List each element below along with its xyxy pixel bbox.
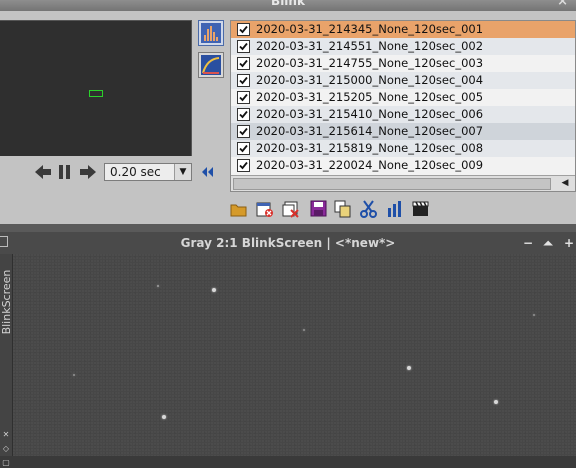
- star: [73, 374, 75, 376]
- file-name: 2020-03-31_215410_None_120sec_006: [256, 107, 484, 121]
- copy-icon[interactable]: [334, 200, 352, 218]
- crop-icon[interactable]: [360, 200, 378, 218]
- checkmark-icon: [239, 25, 248, 34]
- minimize-icon[interactable]: −: [521, 232, 535, 254]
- row-checkbox[interactable]: [237, 142, 250, 155]
- checkmark-icon: [239, 76, 248, 85]
- file-name: 2020-03-31_215205_None_120sec_005: [256, 90, 484, 104]
- side-tab-label: BlinkScreen: [0, 269, 13, 335]
- side-tab[interactable]: BlinkScreen ✕ ◇ ▢: [0, 254, 13, 467]
- star: [533, 314, 535, 316]
- image-window-title: Gray 2:1 BlinkScreen | <*new*>: [180, 236, 396, 250]
- horizontal-scrollbar[interactable]: ◀: [231, 175, 575, 191]
- star: [157, 285, 159, 287]
- row-checkbox[interactable]: [237, 91, 250, 104]
- file-name: 2020-03-31_215614_None_120sec_007: [256, 124, 484, 138]
- file-name: 2020-03-31_214345_None_120sec_001: [256, 22, 484, 36]
- previous-image-button[interactable]: [34, 161, 52, 183]
- next-image-button[interactable]: [79, 161, 97, 183]
- row-checkbox[interactable]: [237, 40, 250, 53]
- file-list-row[interactable]: 2020-03-31_215614_None_120sec_007: [231, 123, 575, 140]
- shade-icon[interactable]: ⏶: [541, 232, 555, 254]
- statistics-icon[interactable]: [386, 200, 404, 218]
- close-icon[interactable]: ×: [557, 0, 568, 8]
- checkmark-icon: [239, 161, 248, 170]
- pause-icon: [59, 165, 70, 179]
- close-file-icon[interactable]: [256, 200, 274, 218]
- history-icon[interactable]: ▢: [1, 458, 11, 468]
- star: [212, 288, 216, 292]
- file-name: 2020-03-31_220024_None_120sec_009: [256, 158, 484, 172]
- checkmark-icon: [239, 110, 248, 119]
- checkmark-icon: [239, 127, 248, 136]
- open-folder-icon[interactable]: [230, 200, 248, 218]
- row-checkbox[interactable]: [237, 125, 250, 138]
- file-list-row[interactable]: 2020-03-31_215819_None_120sec_008: [231, 140, 575, 157]
- rewind-button[interactable]: [200, 165, 216, 179]
- arrow-left-icon: [35, 165, 51, 179]
- image-window: Gray 2:1 BlinkScreen | <*new*> − ⏶ + Bli…: [0, 232, 576, 467]
- file-list-row[interactable]: 2020-03-31_214345_None_120sec_001: [231, 21, 575, 38]
- pause-button[interactable]: [58, 161, 76, 183]
- blink-speed-value: 0.20 sec: [110, 165, 161, 179]
- checkmark-icon: [239, 59, 248, 68]
- preview-region-marker[interactable]: [89, 90, 103, 97]
- chevron-down-icon[interactable]: ▼: [174, 164, 191, 180]
- row-checkbox[interactable]: [237, 108, 250, 121]
- movie-icon[interactable]: [412, 200, 430, 218]
- star: [303, 329, 305, 331]
- row-checkbox[interactable]: [237, 23, 250, 36]
- arrow-right-icon: [80, 165, 96, 179]
- file-name: 2020-03-31_214755_None_120sec_003: [256, 56, 484, 70]
- panel-separator[interactable]: [0, 224, 576, 232]
- maximize-icon[interactable]: +: [562, 232, 576, 254]
- checkmark-icon: [239, 42, 248, 51]
- blink-panel: Blink × 0.20 sec ▼ 2020-03-31_214345_Non…: [0, 0, 576, 224]
- close-all-icon[interactable]: [282, 200, 300, 218]
- star: [494, 400, 498, 404]
- save-icon[interactable]: [310, 200, 328, 218]
- file-list[interactable]: 2020-03-31_214345_None_120sec_001 2020-03…: [230, 20, 576, 192]
- star: [407, 366, 411, 370]
- pin-icon[interactable]: ✕: [1, 430, 11, 440]
- file-name: 2020-03-31_214551_None_120sec_002: [256, 39, 484, 53]
- scrollbar-thumb[interactable]: [233, 178, 551, 190]
- scroll-right-icon[interactable]: ◀: [559, 178, 571, 189]
- window-menu-icon[interactable]: [0, 236, 8, 247]
- checkmark-icon: [239, 144, 248, 153]
- file-list-row[interactable]: 2020-03-31_214755_None_120sec_003: [231, 55, 575, 72]
- histogram-icon: [201, 23, 221, 43]
- stf-curve-button[interactable]: [198, 52, 224, 78]
- checkmark-icon: [239, 93, 248, 102]
- file-list-row[interactable]: 2020-03-31_215205_None_120sec_005: [231, 89, 575, 106]
- row-checkbox[interactable]: [237, 159, 250, 172]
- star: [162, 415, 166, 419]
- blink-titlebar[interactable]: Blink ×: [0, 0, 576, 11]
- file-list-row[interactable]: 2020-03-31_215410_None_120sec_006: [231, 106, 575, 123]
- blink-speed-select[interactable]: 0.20 sec ▼: [104, 163, 192, 181]
- histogram-button[interactable]: [198, 20, 224, 46]
- row-checkbox[interactable]: [237, 57, 250, 70]
- file-list-row[interactable]: 2020-03-31_215000_None_120sec_004: [231, 72, 575, 89]
- file-list-row[interactable]: 2020-03-31_220024_None_120sec_009: [231, 157, 575, 174]
- stf-curve-icon: [201, 55, 221, 75]
- blink-title: Blink: [271, 0, 305, 8]
- rewind-icon: [202, 167, 213, 177]
- blink-preview[interactable]: [0, 20, 192, 156]
- file-name: 2020-03-31_215000_None_120sec_004: [256, 73, 484, 87]
- mask-icon[interactable]: ◇: [1, 444, 11, 454]
- file-name: 2020-03-31_215819_None_120sec_008: [256, 141, 484, 155]
- row-checkbox[interactable]: [237, 74, 250, 87]
- image-canvas[interactable]: [13, 254, 576, 456]
- image-window-titlebar[interactable]: Gray 2:1 BlinkScreen | <*new*> − ⏶ +: [0, 232, 576, 254]
- file-list-row[interactable]: 2020-03-31_214551_None_120sec_002: [231, 38, 575, 55]
